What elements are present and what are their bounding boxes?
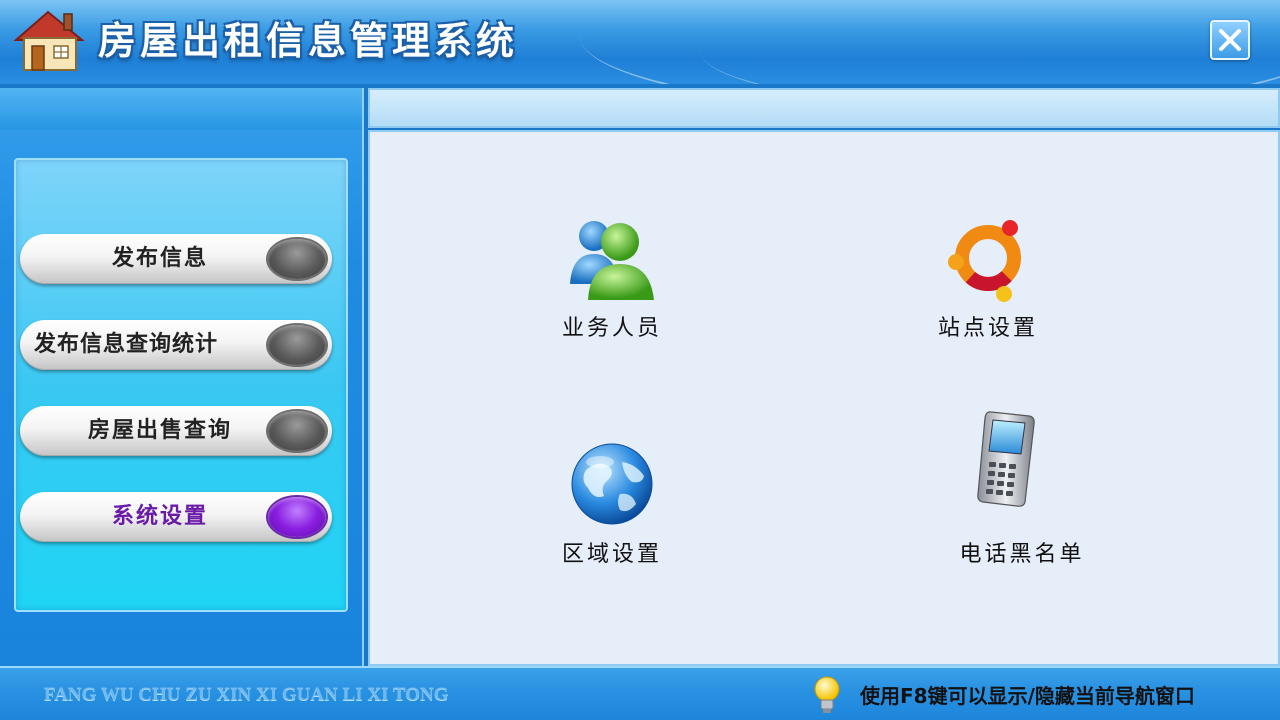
nav-button-label: 系统设置 [111,504,208,529]
navigation-pane-header [0,88,362,130]
navigation-panel [14,158,348,612]
nav-house-sale-query-button[interactable]: 房屋出售查询 [20,406,332,456]
nav-publish-info-button[interactable]: 发布信息 [20,234,332,284]
nav-button-label: 发布信息 [111,246,208,271]
mobile-phone-icon [977,411,1035,507]
nav-button-label: 房屋出售查询 [87,418,232,443]
house-icon [13,10,85,71]
navigation-pane: 发布信息 发布信息查询统计 房屋出售查询 系统设置 [0,88,364,666]
tile-label: 业务人员 [561,316,662,341]
lightbulb-icon [814,676,840,713]
title-bar: 房屋出租信息管理系统 [0,0,1280,84]
status-bar: FANG WU CHU ZU XIN XI GUAN LI XI TONG 使用… [0,666,1280,720]
nav-indicator-knob [268,325,326,365]
tile-label: 电话黑名单 [959,542,1085,567]
tile-phone-blacklist[interactable]: 电话黑名单 [906,408,1106,580]
tile-site-settings[interactable]: 站点设置 [888,214,1088,354]
nav-button-label: 发布信息查询统计 [34,332,219,357]
tile-staff[interactable]: 业务人员 [512,214,712,354]
app-title: 房屋出租信息管理系统 [98,19,519,63]
navigation-toggle-hint: 使用F8键可以显示/隐藏当前导航窗口 [860,684,1195,708]
nav-indicator-knob-active [268,497,326,537]
nav-publish-query-stats-button[interactable]: 发布信息查询统计 [20,320,332,370]
tile-label: 区域设置 [561,542,662,567]
tile-label: 站点设置 [937,316,1038,341]
users-icon [570,221,654,300]
globe-icon [571,443,653,525]
content-header [368,88,1280,128]
title-swoosh-decoration [700,0,1280,84]
site-icon [948,220,1021,302]
close-icon [1219,29,1241,51]
content-area: 业务人员 站点设置 区域设置 电话黑名单 [368,130,1280,666]
tile-region-settings[interactable]: 区域设置 [512,440,712,580]
pinyin-watermark: FANG WU CHU ZU XIN XI GUAN LI XI TONG [44,684,449,705]
nav-system-settings-button[interactable]: 系统设置 [20,492,332,542]
nav-indicator-knob [268,411,326,451]
close-button[interactable] [1210,20,1250,60]
nav-indicator-knob [268,239,326,279]
